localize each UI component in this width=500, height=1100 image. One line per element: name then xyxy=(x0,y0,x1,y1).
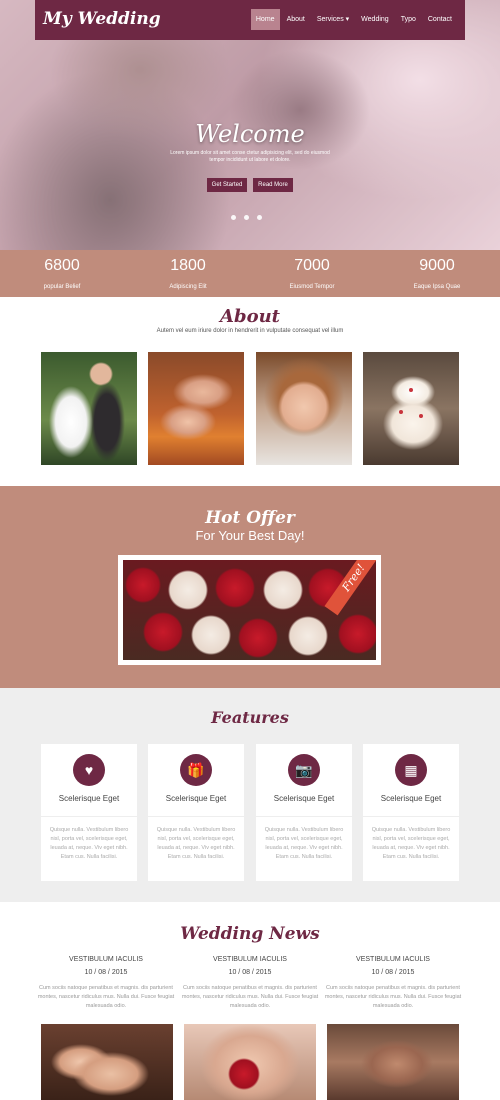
offer-title: Hot Offer xyxy=(205,508,295,528)
feature-title: Scelerisque Eget xyxy=(380,794,442,803)
slider-dot[interactable] xyxy=(244,215,249,220)
calendar-icon: ▦ xyxy=(395,754,427,786)
feature-text: Quisque nulla. Vestibulum libero nisl, p… xyxy=(49,827,129,860)
stat-label: popular Belief xyxy=(43,284,81,290)
nav-about[interactable]: About xyxy=(282,9,310,30)
divider xyxy=(363,816,459,817)
hero-text: Lorem ipsum dolor sit amet conse ctetur … xyxy=(170,150,330,163)
news-item: VESTIBULUM IACULIS 10 / 08 / 2015 Cum so… xyxy=(36,955,176,1011)
offer-subtitle: For Your Best Day! xyxy=(195,528,305,543)
news-item-date: 10 / 08 / 2015 xyxy=(371,969,415,976)
news-item: VESTIBULUM IACULIS 10 / 08 / 2015 Cum so… xyxy=(180,955,320,1011)
offer-image-frame[interactable]: Free! xyxy=(118,555,381,665)
about-photo-rings[interactable] xyxy=(148,352,244,465)
stat-value: 9000 xyxy=(419,257,455,274)
nav-home[interactable]: Home xyxy=(250,9,280,30)
nav-services[interactable]: Services ▾ xyxy=(312,9,354,30)
gift-icon: 🎁 xyxy=(180,754,212,786)
free-ribbon: Free! xyxy=(324,560,376,616)
about-photo-couple[interactable] xyxy=(41,352,137,465)
nav-wedding[interactable]: Wedding xyxy=(356,9,394,30)
feature-text: Quisque nulla. Vestibulum libero nisl, p… xyxy=(371,827,451,860)
stat-item: 1800 Adipiscing Elit xyxy=(148,256,228,290)
top-navbar: My Wedding Home About Services ▾ Wedding… xyxy=(35,0,465,40)
news-item-text: Cum sociis natoque penatibus et magnis. … xyxy=(324,985,462,1009)
divider xyxy=(256,816,352,817)
nav-contact[interactable]: Contact xyxy=(423,9,457,30)
stat-label: Eiusmod Tempor xyxy=(289,284,335,290)
news-item-title[interactable]: VESTIBULUM IACULIS xyxy=(36,955,176,965)
roses-photo: Free! xyxy=(123,560,376,660)
feature-title: Scelerisque Eget xyxy=(273,794,335,803)
news-item-title[interactable]: VESTIBULUM IACULIS xyxy=(180,955,320,965)
about-title: About xyxy=(220,306,280,327)
stat-value: 1800 xyxy=(170,257,206,274)
news-item-title[interactable]: VESTIBULUM IACULIS xyxy=(323,955,463,965)
about-photo-cake[interactable] xyxy=(363,352,459,465)
news-item-date: 10 / 08 / 2015 xyxy=(84,969,128,976)
feature-title: Scelerisque Eget xyxy=(58,794,120,803)
stat-item: 6800 popular Belief xyxy=(22,256,102,290)
divider xyxy=(148,816,244,817)
heart-icon: ♥ xyxy=(73,754,105,786)
stat-label: Adipiscing Elit xyxy=(169,284,207,290)
news-image-rings[interactable] xyxy=(327,1024,459,1100)
news-title: Wedding News xyxy=(180,924,320,944)
stat-item: 7000 Eiusmod Tempor xyxy=(272,256,352,290)
camera-icon: 📷 xyxy=(288,754,320,786)
news-item-text: Cum sociis natoque penatibus et magnis. … xyxy=(181,985,319,1009)
about-photo-bride[interactable] xyxy=(256,352,352,465)
cake-decoration xyxy=(419,414,423,418)
feature-text: Quisque nulla. Vestibulum libero nisl, p… xyxy=(264,827,344,860)
stats-bar: 6800 popular Belief 1800 Adipiscing Elit… xyxy=(0,250,500,297)
stat-label: Eaque Ipsa Quae xyxy=(413,284,461,290)
feature-text: Quisque nulla. Vestibulum libero nisl, p… xyxy=(156,827,236,860)
features-title: Features xyxy=(211,708,289,727)
feature-card[interactable]: ▦ Scelerisque Eget Quisque nulla. Vestib… xyxy=(363,744,459,881)
hero-slider: My Wedding Home About Services ▾ Wedding… xyxy=(0,0,500,250)
slider-dot[interactable] xyxy=(231,215,236,220)
slider-dot[interactable] xyxy=(257,215,262,220)
feature-card[interactable]: 📷 Scelerisque Eget Quisque nulla. Vestib… xyxy=(256,744,352,881)
nav-typo[interactable]: Typo xyxy=(396,9,421,30)
news-item-date: 10 / 08 / 2015 xyxy=(228,969,272,976)
news-item: VESTIBULUM IACULIS 10 / 08 / 2015 Cum so… xyxy=(323,955,463,1011)
feature-title: Scelerisque Eget xyxy=(165,794,227,803)
feature-card[interactable]: 🎁 Scelerisque Eget Quisque nulla. Vestib… xyxy=(148,744,244,881)
slider-dots xyxy=(231,215,262,220)
feature-card[interactable]: ♥ Scelerisque Eget Quisque nulla. Vestib… xyxy=(41,744,137,881)
get-started-button[interactable]: Get Started xyxy=(207,178,247,192)
site-logo[interactable]: My Wedding xyxy=(43,9,161,29)
about-subtitle: Autem vel eum iriure dolor in hendrerit … xyxy=(156,328,344,334)
stat-value: 6800 xyxy=(44,257,80,274)
hero-title: Welcome xyxy=(195,120,305,148)
cake-decoration xyxy=(409,388,413,392)
news-image-bouquet[interactable] xyxy=(184,1024,316,1100)
divider xyxy=(41,816,137,817)
main-nav: Home About Services ▾ Wedding Typo Conta… xyxy=(250,9,457,30)
stat-value: 7000 xyxy=(294,257,330,274)
read-more-button[interactable]: Read More xyxy=(253,178,293,192)
news-image-hands[interactable] xyxy=(41,1024,173,1100)
cake-decoration xyxy=(399,410,403,414)
stat-item: 9000 Eaque Ipsa Quae xyxy=(397,256,477,290)
news-item-text: Cum sociis natoque penatibus et magnis. … xyxy=(37,985,175,1009)
